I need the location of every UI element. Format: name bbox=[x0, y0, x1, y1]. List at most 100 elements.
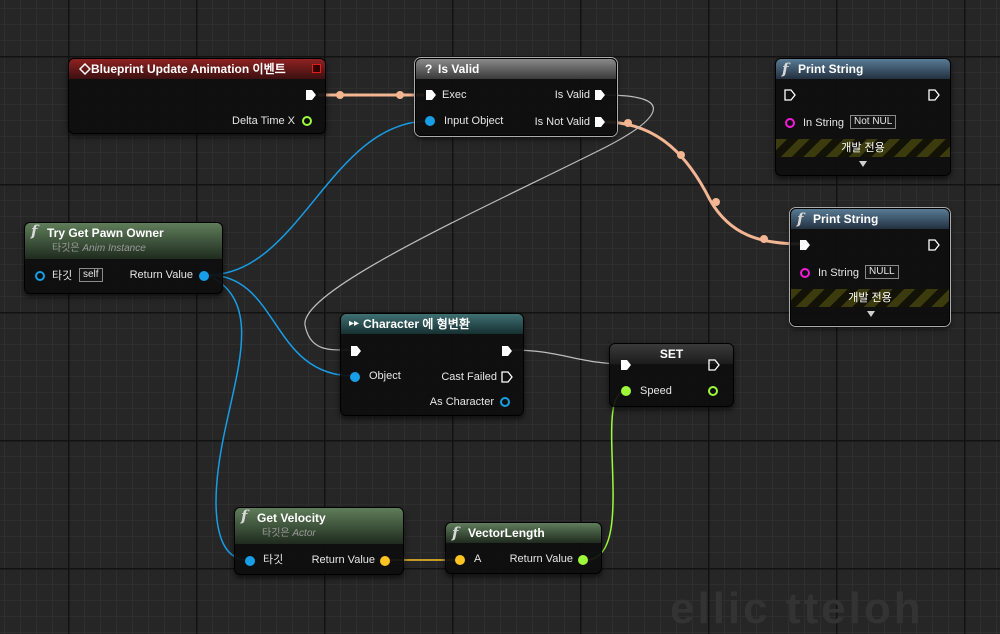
function-icon: f bbox=[31, 223, 38, 240]
vector-in-pin[interactable] bbox=[455, 555, 465, 565]
cast-arrows-icon: ▸▸ bbox=[349, 318, 360, 329]
exec-in-pin[interactable] bbox=[620, 359, 632, 371]
pin-label-cast-failed: Cast Failed bbox=[441, 371, 497, 383]
node-header[interactable]: f Print String bbox=[776, 59, 950, 79]
object-in-pin[interactable] bbox=[425, 116, 435, 126]
dev-only-label: 개발 전용 bbox=[848, 292, 892, 304]
try-get-pawn-owner-node[interactable]: f Try Get Pawn Owner 타깃은 Anim Instance 타… bbox=[24, 222, 223, 294]
node-header[interactable]: f VectorLength bbox=[446, 523, 601, 543]
object-out-pin[interactable] bbox=[500, 397, 510, 407]
float-in-pin[interactable] bbox=[621, 386, 631, 396]
exec-out-valid-pin[interactable] bbox=[594, 89, 606, 101]
float-out-pin[interactable] bbox=[578, 555, 588, 565]
event-diamond-icon bbox=[78, 59, 92, 79]
wire-knot bbox=[760, 235, 768, 243]
object-in-pin[interactable] bbox=[35, 271, 45, 281]
print-string-node-mid[interactable]: f Print String In String NULL 개발 전용 bbox=[790, 208, 950, 326]
is-valid-node[interactable]: ? Is Valid Exec Is Valid Input Object Is… bbox=[415, 58, 617, 136]
pin-label-exec: Exec bbox=[442, 89, 467, 101]
pin-label-is-valid: Is Valid bbox=[554, 89, 590, 101]
pin-label-delta-time: Delta Time X bbox=[232, 115, 295, 127]
wire-knot bbox=[624, 119, 632, 127]
in-string-field[interactable]: NULL bbox=[865, 265, 899, 279]
node-header[interactable]: Blueprint Update Animation 이벤트 bbox=[69, 59, 325, 79]
node-header[interactable]: ? Is Valid bbox=[416, 59, 616, 79]
pin-label-a: A bbox=[474, 553, 482, 565]
pin-label-speed: Speed bbox=[640, 385, 672, 397]
node-title: VectorLength bbox=[468, 526, 545, 540]
node-title: Character 에 형변환 bbox=[363, 317, 470, 331]
dev-only-banner: 개발 전용 bbox=[791, 289, 949, 307]
exec-out-pin[interactable] bbox=[305, 89, 317, 101]
get-velocity-node[interactable]: f Get Velocity 타깃은 Actor 타깃 Return Value bbox=[234, 507, 404, 575]
dev-only-banner: 개발 전용 bbox=[776, 139, 950, 157]
pin-label-return-value: Return Value bbox=[311, 554, 375, 566]
exec-out-pin[interactable] bbox=[501, 345, 513, 357]
node-header[interactable]: f Try Get Pawn Owner 타깃은 Anim Instance bbox=[25, 223, 222, 259]
pin-label-in-string: In String bbox=[803, 117, 844, 129]
function-icon: f bbox=[452, 524, 459, 542]
pin-label-in-string: In String bbox=[818, 267, 859, 279]
node-title: Try Get Pawn Owner bbox=[47, 226, 164, 240]
float-out-pin[interactable] bbox=[708, 386, 718, 396]
node-title: Blueprint Update Animation 이벤트 bbox=[91, 62, 286, 76]
object-in-pin[interactable] bbox=[350, 372, 360, 382]
expand-arrow-icon[interactable] bbox=[859, 161, 867, 167]
exec-wire-notvalid-to-print bbox=[603, 120, 803, 246]
watermark: ellic tteloh bbox=[670, 584, 924, 633]
vector-out-pin[interactable] bbox=[380, 556, 390, 566]
event-node-update-animation[interactable]: Blueprint Update Animation 이벤트 Delta Tim… bbox=[68, 58, 326, 134]
in-string-field[interactable]: Not NUL bbox=[850, 115, 897, 129]
set-speed-node[interactable]: SET Speed bbox=[609, 343, 734, 407]
pin-label-object: Object bbox=[369, 370, 401, 382]
pin-label-as-character: As Character bbox=[429, 396, 494, 408]
node-subtitle: 타깃은 Actor bbox=[262, 528, 316, 539]
exec-in-pin[interactable] bbox=[350, 345, 362, 357]
event-marker-icon bbox=[312, 64, 321, 73]
function-icon: f bbox=[797, 210, 804, 228]
node-title: Get Velocity bbox=[257, 511, 326, 525]
exec-in-pin[interactable] bbox=[784, 89, 796, 101]
node-subtitle: 타깃은 Anim Instance bbox=[52, 243, 146, 254]
wire-knot bbox=[712, 198, 720, 206]
node-title: SET bbox=[659, 347, 684, 361]
exec-out-pin[interactable] bbox=[708, 359, 720, 371]
wire-knot bbox=[677, 151, 685, 159]
object-wire-owner-to-isvalid bbox=[207, 120, 429, 276]
pin-label-is-not-valid: Is Not Valid bbox=[534, 116, 590, 128]
node-header[interactable]: f Print String bbox=[791, 209, 949, 229]
node-title: Print String bbox=[813, 212, 879, 226]
object-wire-owner-to-cast bbox=[207, 274, 355, 377]
object-in-pin[interactable] bbox=[245, 556, 255, 566]
function-icon: f bbox=[782, 60, 789, 78]
pin-label-return-value: Return Value bbox=[509, 553, 573, 565]
object-out-pin[interactable] bbox=[199, 271, 209, 281]
node-header[interactable]: ▸▸ Character 에 형변환 bbox=[341, 314, 523, 334]
exec-wire-cast-to-set bbox=[511, 349, 625, 365]
node-header[interactable]: f Get Velocity 타깃은 Actor bbox=[235, 508, 403, 544]
exec-out-not-valid-pin[interactable] bbox=[594, 116, 606, 128]
expand-arrow-icon[interactable] bbox=[867, 311, 875, 317]
print-string-node-top[interactable]: f Print String In String Not NUL 개발 전용 bbox=[775, 58, 951, 176]
pin-label-input-object: Input Object bbox=[444, 115, 504, 127]
exec-out-cast-failed-pin[interactable] bbox=[501, 371, 513, 383]
wire-knot bbox=[336, 91, 344, 99]
node-title: Print String bbox=[798, 62, 864, 76]
pin-label-target: 타깃 bbox=[52, 270, 73, 282]
exec-in-pin[interactable] bbox=[799, 239, 811, 251]
exec-out-pin[interactable] bbox=[928, 89, 940, 101]
exec-out-pin[interactable] bbox=[928, 239, 940, 251]
node-title: Is Valid bbox=[438, 62, 480, 76]
string-in-pin[interactable] bbox=[785, 118, 795, 128]
vector-length-node[interactable]: f VectorLength A Return Value bbox=[445, 522, 602, 574]
wire-knot bbox=[396, 91, 404, 99]
exec-in-pin[interactable] bbox=[425, 89, 437, 101]
target-self-field[interactable]: self bbox=[79, 268, 103, 282]
function-icon: f bbox=[241, 508, 248, 525]
pin-label-target: 타깃 bbox=[263, 554, 284, 566]
cast-to-character-node[interactable]: ▸▸ Character 에 형변환 Object Cast Failed As… bbox=[340, 313, 524, 416]
string-in-pin[interactable] bbox=[800, 268, 810, 278]
float-out-pin[interactable] bbox=[302, 116, 312, 126]
pin-label-return-value: Return Value bbox=[129, 269, 193, 281]
dev-only-label: 개발 전용 bbox=[841, 142, 885, 154]
